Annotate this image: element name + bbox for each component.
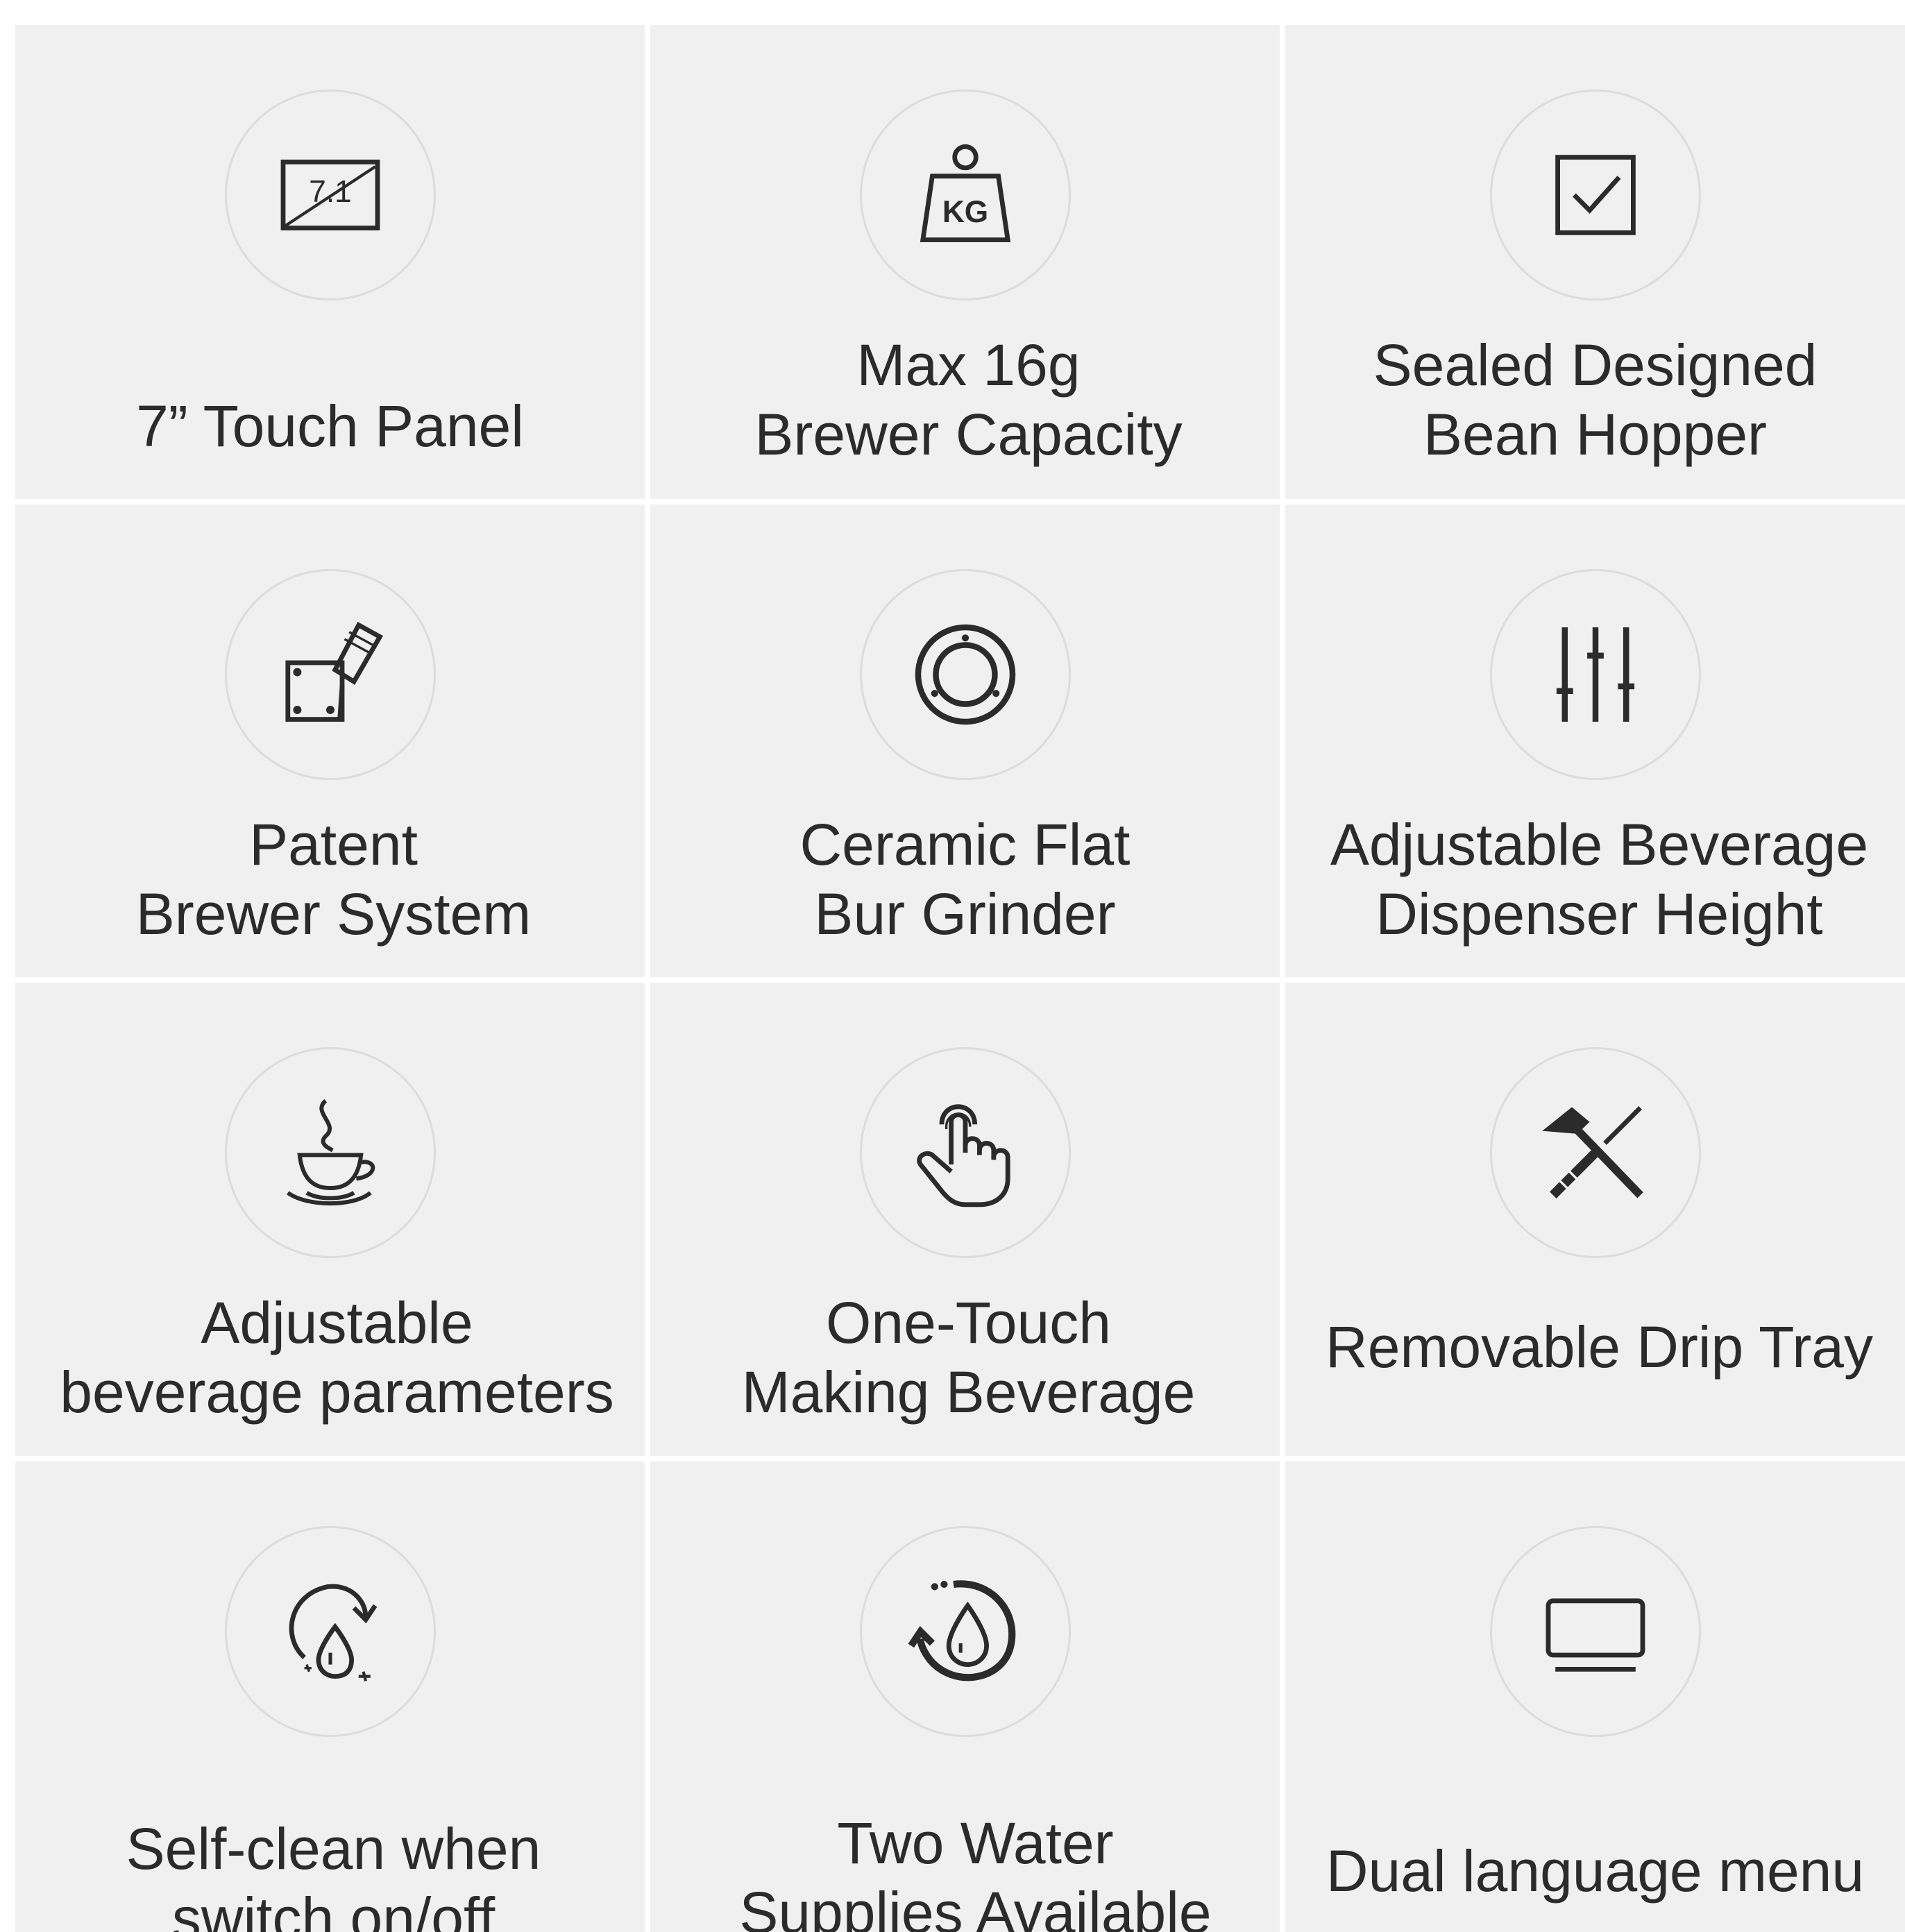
pointing-hand-icon <box>916 1104 1010 1208</box>
svg-text:KG: KG <box>942 195 988 229</box>
feature-brewer-system: Patent Brewer System <box>15 505 645 977</box>
feature-self-clean: Self-clean when switch on/off <box>15 1461 645 1932</box>
icon-circle: 7.1 <box>224 90 436 300</box>
feature-water-supplies: Two Water Supplies Available <box>650 1461 1280 1932</box>
steaming-cup-icon <box>286 1099 375 1206</box>
feature-grid: 7.1 7” Touch Panel KG Max 16g Brewer Cap… <box>15 25 1905 1932</box>
feature-label: Sealed Designed Bean Hopper <box>1373 332 1818 467</box>
feature-bean-hopper: Sealed Designed Bean Hopper <box>1285 25 1905 499</box>
self-clean-drop-icon <box>289 1584 377 1681</box>
icon-circle <box>1489 1047 1701 1258</box>
feature-dispenser-height: Adjustable Beverage Dispenser Height <box>1285 505 1905 977</box>
icon-circle <box>224 1047 436 1258</box>
feature-drip-tray: Removable Drip Tray <box>1285 983 1905 1456</box>
svg-text:7.1: 7.1 <box>309 175 351 209</box>
icon-circle <box>1489 90 1701 300</box>
brewer-system-icon <box>285 621 383 722</box>
feature-label: Removable Drip Tray <box>1326 1314 1873 1380</box>
grinder-burr-icon <box>915 624 1015 725</box>
feature-label: Adjustable Beverage Dispenser Height <box>1330 812 1869 947</box>
icon-circle <box>859 569 1071 780</box>
feature-label: Ceramic Flat Bur Grinder <box>799 812 1131 947</box>
icon-circle <box>224 1526 436 1737</box>
icon-circle <box>859 1526 1071 1737</box>
monitor-icon <box>1546 1598 1645 1672</box>
feature-grinder: Ceramic Flat Bur Grinder <box>650 505 1280 977</box>
icon-circle <box>224 569 436 780</box>
feature-beverage-parameters: Adjustable beverage parameters <box>15 983 645 1456</box>
icon-circle <box>859 1047 1071 1258</box>
feature-label: 7” Touch Panel <box>136 393 524 459</box>
touch-panel-icon: 7.1 <box>280 160 380 230</box>
feature-label: Dual language menu <box>1326 1838 1865 1904</box>
hammer-screwdriver-icon <box>1541 1105 1643 1199</box>
feature-label: Two Water Supplies Available <box>739 1811 1212 1932</box>
feature-language-menu: Dual language menu <box>1285 1461 1905 1932</box>
icon-circle <box>1489 1526 1701 1737</box>
feature-label: Patent Brewer System <box>135 812 532 947</box>
sliders-icon <box>1556 627 1634 722</box>
feature-brewer-capacity: KG Max 16g Brewer Capacity <box>650 25 1280 499</box>
feature-label: Max 16g Brewer Capacity <box>754 332 1183 467</box>
feature-touch-panel: 7.1 7” Touch Panel <box>15 25 645 499</box>
feature-label: Self-clean when switch on/off <box>126 1816 541 1932</box>
icon-circle <box>1489 569 1701 780</box>
checkbox-icon <box>1555 155 1636 235</box>
icon-circle: KG <box>859 90 1071 300</box>
kg-weight-icon: KG <box>920 144 1010 242</box>
feature-one-touch: One-Touch Making Beverage <box>650 983 1280 1456</box>
water-cycle-icon <box>908 1580 1015 1681</box>
feature-label: One-Touch Making Beverage <box>741 1290 1196 1425</box>
feature-label: Adjustable beverage parameters <box>60 1290 614 1425</box>
